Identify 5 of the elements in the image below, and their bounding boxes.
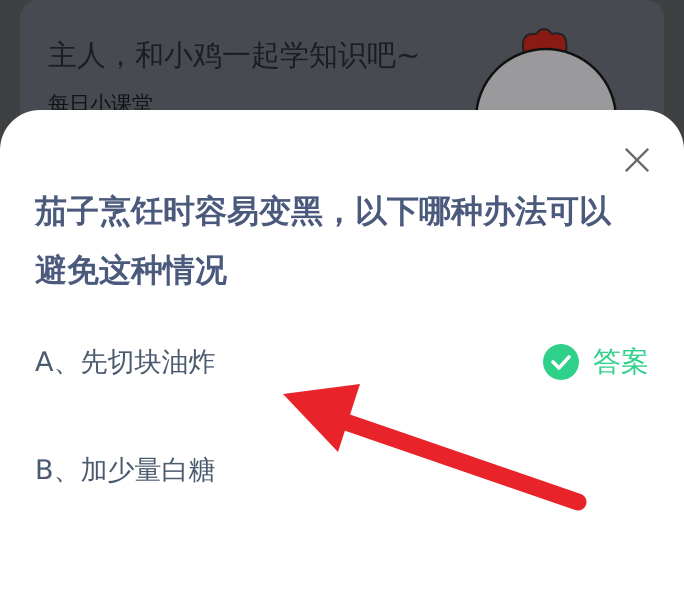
answer-option[interactable]: B、加少量白糖 bbox=[35, 452, 649, 488]
answer-option[interactable]: A、先切块油炸 bbox=[35, 344, 543, 380]
close-icon[interactable] bbox=[623, 146, 651, 174]
answer-label: 答案 bbox=[593, 344, 649, 380]
question-text: 茄子烹饪时容易变黑，以下哪种办法可以避免这种情况 bbox=[35, 191, 612, 291]
